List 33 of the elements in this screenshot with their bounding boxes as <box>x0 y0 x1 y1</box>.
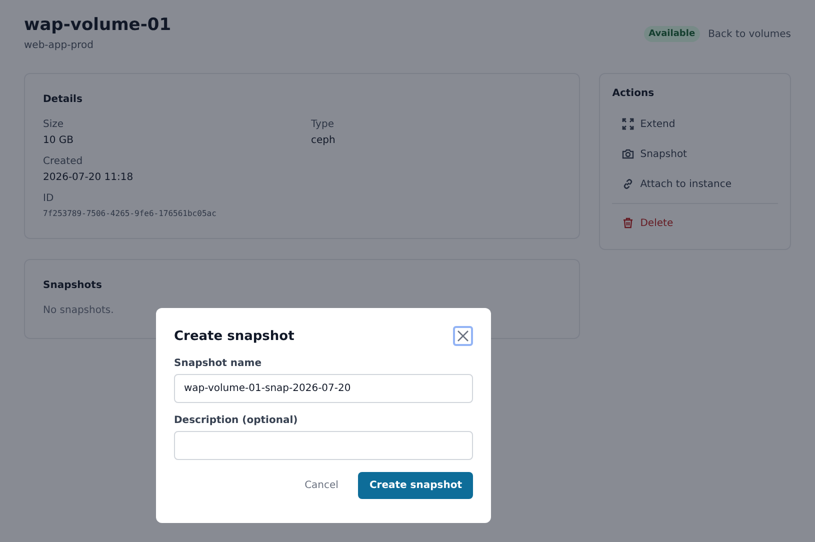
cancel-button[interactable]: Cancel <box>294 474 348 497</box>
create-snapshot-button[interactable]: Create snapshot <box>358 472 473 499</box>
field-value: 2026-07-20 11:18 <box>43 172 134 183</box>
page-title: wap-volume-01 <box>24 14 172 37</box>
field-label: ID <box>43 193 55 204</box>
field-label: Snapshot name <box>174 358 262 369</box>
trash-icon <box>622 217 634 229</box>
field-label: Size <box>43 119 65 130</box>
input-field[interactable]: wap-volume-01-snap-2026-07-20 <box>174 374 473 403</box>
action-button[interactable]: Extend <box>612 109 778 139</box>
back-link[interactable]: Back to volumes <box>708 28 791 40</box>
close-icon <box>457 330 469 342</box>
empty-message: No snapshots. <box>43 305 115 316</box>
close-button[interactable] <box>453 326 473 346</box>
camera-icon <box>622 148 634 160</box>
action-button[interactable]: Snapshot <box>612 139 778 169</box>
field-value: 10 GB <box>43 135 75 146</box>
delete-button[interactable]: Delete <box>612 208 778 238</box>
field-value: 7f253789-7506-4265-9fe6-176561bc05ac <box>43 209 218 218</box>
project-name: web-app-prod <box>24 40 94 51</box>
dialog-title: Create snapshot <box>174 328 294 344</box>
expand-icon <box>622 118 634 130</box>
action-button[interactable]: Attach to instance <box>612 169 778 199</box>
field-value: ceph <box>311 135 336 146</box>
field-label: Created <box>43 156 84 167</box>
status-badge: Available <box>644 26 700 42</box>
field-label: Description (optional) <box>174 415 299 426</box>
link-icon <box>622 178 634 190</box>
field-label: Type <box>311 119 335 130</box>
card-title: Actions <box>612 88 656 99</box>
card-title: Snapshots <box>43 280 103 291</box>
input-field[interactable] <box>174 431 473 460</box>
card-title: Details <box>43 94 84 105</box>
